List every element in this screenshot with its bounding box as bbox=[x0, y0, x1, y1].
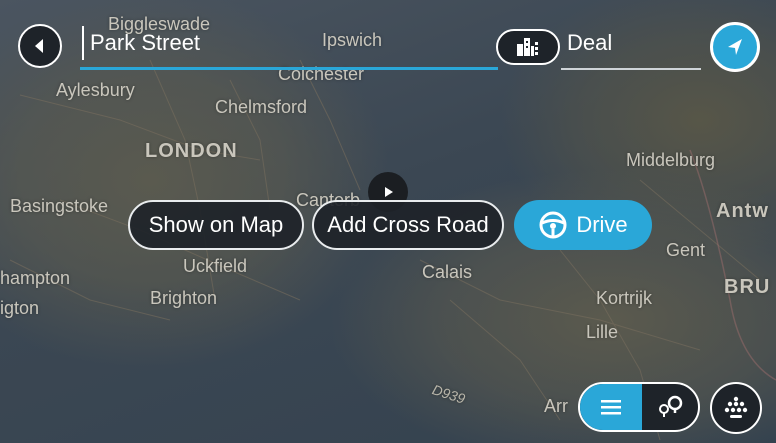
map-label-bru: BRU bbox=[724, 276, 771, 298]
back-arrow-icon bbox=[35, 39, 43, 53]
map-label-gent: Gent bbox=[666, 240, 706, 260]
show-on-map-button[interactable]: Show on Map bbox=[128, 200, 304, 250]
map-pins-view-button[interactable] bbox=[642, 384, 698, 430]
keyboard-icon bbox=[724, 396, 748, 418]
map-label-brighton: Brighton bbox=[150, 288, 218, 308]
results-view-toggle[interactable] bbox=[578, 382, 700, 432]
steering-wheel-icon bbox=[539, 211, 567, 239]
play-icon bbox=[385, 187, 393, 197]
navigation-arrow-icon bbox=[728, 39, 742, 55]
add-cross-road-button[interactable]: Add Cross Road bbox=[312, 200, 504, 250]
map-label-kortrijk: Kortrijk bbox=[596, 288, 653, 308]
search-location-text: Deal bbox=[567, 30, 613, 55]
map-label-antwerp: Antw bbox=[716, 200, 769, 222]
list-icon bbox=[601, 400, 621, 415]
city-buildings-icon bbox=[517, 38, 538, 56]
navigation-screen: Biggleswade Ipswich Colchester Aylesbury… bbox=[0, 0, 776, 443]
search-query-text: Park Street bbox=[90, 30, 201, 55]
map-label-igton: igton bbox=[0, 298, 40, 318]
map-label-basingstoke: Basingstoke bbox=[10, 196, 109, 216]
map-label-arras: Arr bbox=[544, 396, 568, 416]
show-on-map-label: Show on Map bbox=[148, 212, 284, 237]
drive-label: Drive bbox=[576, 212, 628, 237]
map-pins-icon bbox=[659, 395, 683, 417]
add-cross-road-label: Add Cross Road bbox=[327, 212, 489, 237]
navigation-button[interactable] bbox=[710, 22, 760, 72]
list-view-button[interactable] bbox=[580, 384, 642, 430]
map-label-uckfield: Uckfield bbox=[183, 256, 248, 276]
map-label-chelmsford: Chelmsford bbox=[215, 97, 308, 117]
map-label-aylesbury: Aylesbury bbox=[56, 80, 135, 100]
map-label-lille: Lille bbox=[586, 322, 619, 342]
map-label-calais: Calais bbox=[422, 262, 473, 282]
back-button[interactable] bbox=[18, 24, 62, 68]
text-cursor bbox=[82, 26, 84, 60]
keyboard-button[interactable] bbox=[710, 382, 762, 434]
map-label-middelburg: Middelburg bbox=[626, 150, 716, 170]
map-label-london: LONDON bbox=[145, 140, 238, 162]
map-label-hampton: hampton bbox=[0, 268, 71, 288]
drive-button[interactable]: Drive bbox=[514, 200, 652, 250]
search-type-button[interactable] bbox=[496, 29, 560, 65]
